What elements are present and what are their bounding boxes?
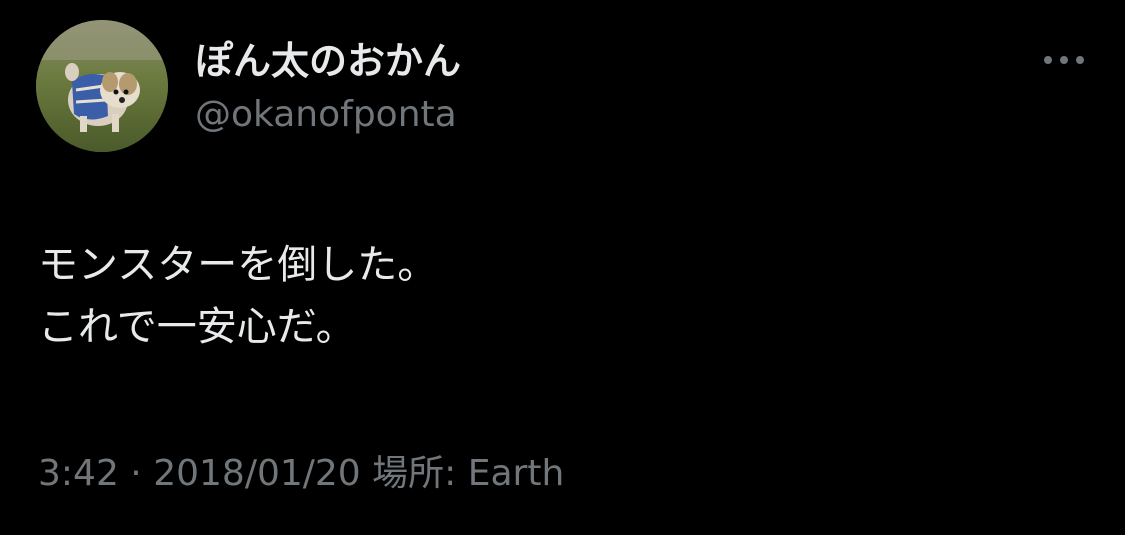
tweet-location[interactable]: Earth xyxy=(468,453,565,494)
tweet-card: ぽん太のおかん @okanofponta モンスターを倒した。 これで一安心だ。… xyxy=(0,0,1125,535)
avatar[interactable] xyxy=(36,20,168,152)
tweet-time[interactable]: 3:42 xyxy=(38,453,119,494)
more-horizontal-icon xyxy=(1044,56,1084,64)
tweet-text-line: これで一安心だ。 xyxy=(38,304,356,350)
tweet-text: モンスターを倒した。 これで一安心だ。 xyxy=(38,234,1078,358)
tweet-metadata: 3:42 · 2018/01/20 場所: Earth xyxy=(38,450,564,498)
display-name[interactable]: ぽん太のおかん xyxy=(195,36,461,86)
dog-photo-icon xyxy=(36,20,168,152)
tweet-text-line: モンスターを倒した。 xyxy=(38,242,438,288)
meta-separator: · xyxy=(130,453,142,494)
tweet-date[interactable]: 2018/01/20 xyxy=(153,453,361,494)
more-options-button[interactable] xyxy=(1036,40,1092,80)
user-handle[interactable]: @okanofponta xyxy=(195,92,457,138)
location-label: 場所: xyxy=(372,453,457,494)
